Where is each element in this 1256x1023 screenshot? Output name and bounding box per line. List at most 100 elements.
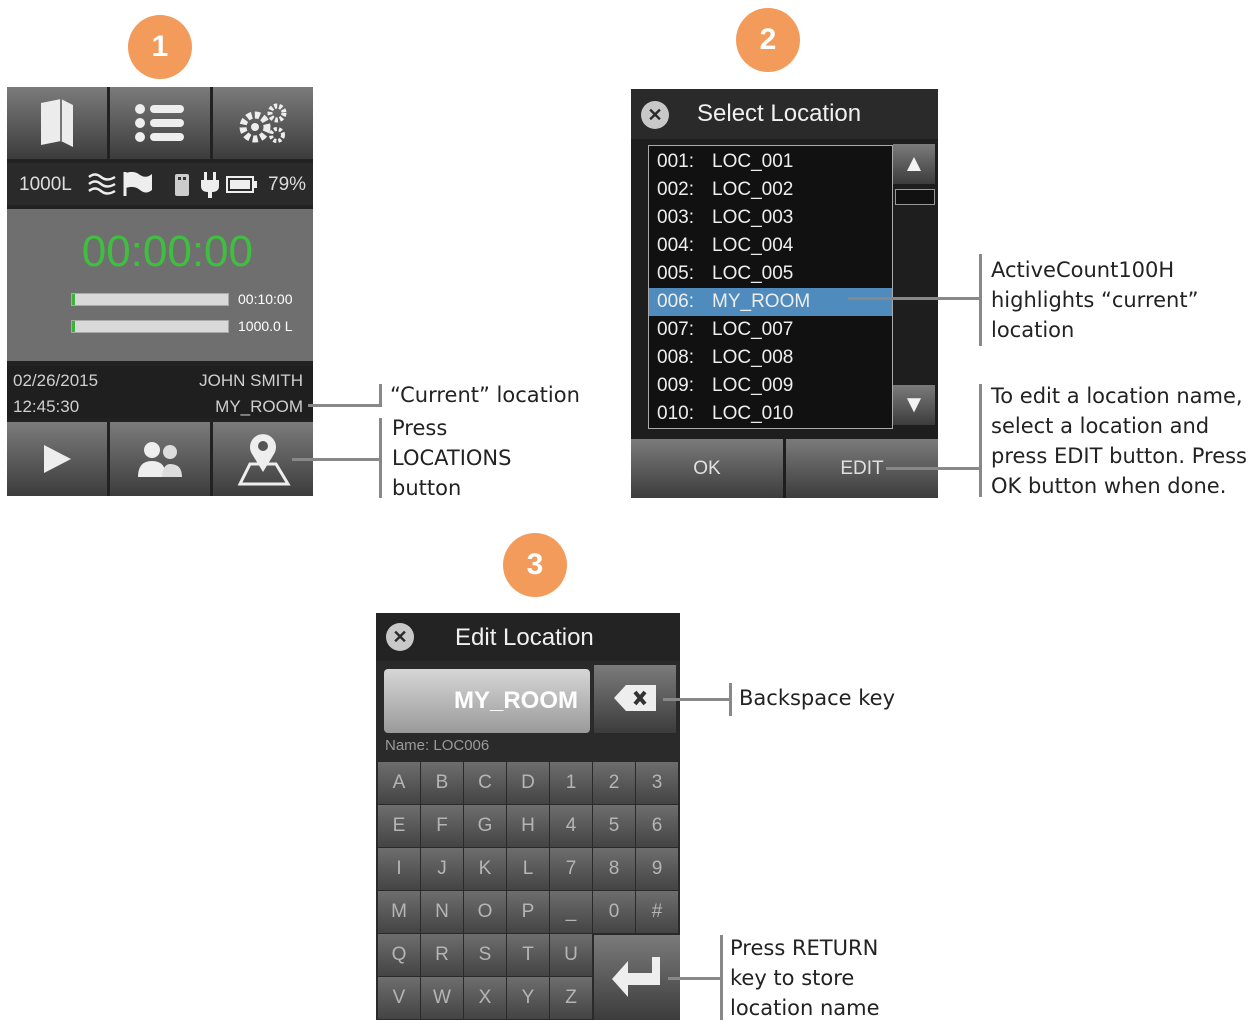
key-h[interactable]: H	[507, 805, 549, 847]
key-f[interactable]: F	[421, 805, 463, 847]
key-7[interactable]: 7	[550, 848, 592, 890]
location-number: 006:	[657, 291, 694, 312]
location-name-input[interactable]: MY_ROOM	[384, 669, 590, 733]
key-3[interactable]: 3	[636, 762, 678, 804]
triangle-up-icon: ▲	[902, 150, 926, 177]
location-name: LOC_007	[712, 319, 794, 340]
key-underscore[interactable]: _	[550, 891, 592, 933]
location-list[interactable]: 001: LOC_001 002: LOC_002 003: LOC_003 004: LOC…	[648, 145, 893, 429]
original-name-label: Name: LOC006	[385, 737, 490, 754]
start-button[interactable]	[7, 422, 107, 496]
leader-line	[729, 683, 732, 716]
close-icon[interactable]: ✕	[641, 101, 669, 129]
location-row[interactable]: 007: LOC_007	[649, 316, 892, 344]
backspace-icon	[612, 683, 658, 718]
book-button[interactable]	[7, 87, 107, 159]
location-number: 004:	[657, 235, 694, 256]
location-row[interactable]: 010: LOC_010	[649, 400, 892, 428]
user-name: JOHN SMITH	[199, 371, 303, 390]
key-1[interactable]: 1	[550, 762, 592, 804]
key-0[interactable]: 0	[593, 891, 635, 933]
key-v[interactable]: V	[378, 977, 420, 1019]
callout-current-location: “Current” location	[390, 383, 580, 407]
location-row[interactable]: 009: LOC_009	[649, 372, 892, 400]
triangle-down-icon: ▼	[902, 391, 926, 418]
time-progress-bar	[71, 293, 229, 306]
current-location: MY_ROOM	[215, 397, 303, 416]
leader-line	[663, 698, 731, 701]
status-bar: 1000L 79%	[7, 163, 313, 205]
callout-line: select a location and	[991, 414, 1210, 438]
volume-setting: 1000L	[19, 174, 72, 195]
key-o[interactable]: O	[464, 891, 506, 933]
location-row[interactable]: 008: LOC_008	[649, 344, 892, 372]
key-m[interactable]: M	[378, 891, 420, 933]
location-row[interactable]: 005: LOC_005	[649, 260, 892, 288]
close-icon[interactable]: ✕	[386, 623, 414, 651]
key-2[interactable]: 2	[593, 762, 635, 804]
return-icon	[610, 955, 664, 1004]
key-8[interactable]: 8	[593, 848, 635, 890]
key-i[interactable]: I	[378, 848, 420, 890]
key-5[interactable]: 5	[593, 805, 635, 847]
key-q[interactable]: Q	[378, 934, 420, 976]
step-badge-3: 3	[503, 533, 567, 597]
timer-panel: 00:00:00 00:10:00 1000.0 L	[7, 209, 313, 361]
dialog-title: Edit Location	[455, 624, 594, 651]
key-y[interactable]: Y	[507, 977, 549, 1019]
key-4[interactable]: 4	[550, 805, 592, 847]
location-name: LOC_002	[712, 179, 794, 200]
scroll-down-button[interactable]: ▼	[893, 385, 935, 425]
key-s[interactable]: S	[464, 934, 506, 976]
callout-line: location	[991, 318, 1075, 342]
dialog-header: ✕ Select Location	[631, 89, 938, 139]
key-k[interactable]: K	[464, 848, 506, 890]
key-9[interactable]: 9	[636, 848, 678, 890]
key-w[interactable]: W	[421, 977, 463, 1019]
key-t[interactable]: T	[507, 934, 549, 976]
key-z[interactable]: Z	[550, 977, 592, 1019]
key-r[interactable]: R	[421, 934, 463, 976]
location-row[interactable]: 001: LOC_001	[649, 148, 892, 176]
callout-line: key to store	[730, 966, 855, 990]
time-text: 12:45:30	[13, 397, 80, 416]
volume-target: 1000.0 L	[238, 318, 293, 334]
key-b[interactable]: B	[421, 762, 463, 804]
ok-button[interactable]: OK	[631, 439, 783, 498]
key-x[interactable]: X	[464, 977, 506, 1019]
key-u[interactable]: U	[550, 934, 592, 976]
location-row-selected[interactable]: 006: MY_ROOM	[649, 288, 892, 316]
leader-line	[379, 418, 382, 498]
scroll-up-button[interactable]: ▲	[893, 144, 935, 184]
key-p[interactable]: P	[507, 891, 549, 933]
key-n[interactable]: N	[421, 891, 463, 933]
key-g[interactable]: G	[464, 805, 506, 847]
location-row[interactable]: 003: LOC_003	[649, 204, 892, 232]
key-d[interactable]: D	[507, 762, 549, 804]
menu-list-button[interactable]	[110, 87, 210, 159]
gears-icon	[213, 87, 313, 159]
callout-return: Press RETURN key to store location name	[730, 933, 880, 1023]
key-hash[interactable]: #	[636, 891, 678, 933]
key-c[interactable]: C	[464, 762, 506, 804]
usb-icon	[173, 172, 191, 204]
main-screen: 1000L 79% 00:00:00 00:10:00 1000.0 L 02/…	[7, 87, 313, 496]
callout-highlights: ActiveCount100H highlights “current” loc…	[991, 255, 1198, 345]
leader-line	[308, 404, 381, 407]
key-6[interactable]: 6	[636, 805, 678, 847]
book-icon	[7, 87, 107, 159]
key-a[interactable]: A	[378, 762, 420, 804]
battery-icon	[226, 176, 258, 200]
key-l[interactable]: L	[507, 848, 549, 890]
location-row[interactable]: 004: LOC_004	[649, 232, 892, 260]
scroll-thumb[interactable]	[895, 189, 935, 205]
users-button[interactable]	[110, 422, 210, 496]
settings-button[interactable]	[213, 87, 313, 159]
location-number: 009:	[657, 375, 694, 396]
location-row[interactable]: 002: LOC_002	[649, 176, 892, 204]
callout-edit-instructions: To edit a location name, select a locati…	[991, 381, 1247, 501]
flag-icon	[122, 170, 154, 204]
key-e[interactable]: E	[378, 805, 420, 847]
key-j[interactable]: J	[421, 848, 463, 890]
callout-line: ActiveCount100H	[991, 258, 1175, 282]
